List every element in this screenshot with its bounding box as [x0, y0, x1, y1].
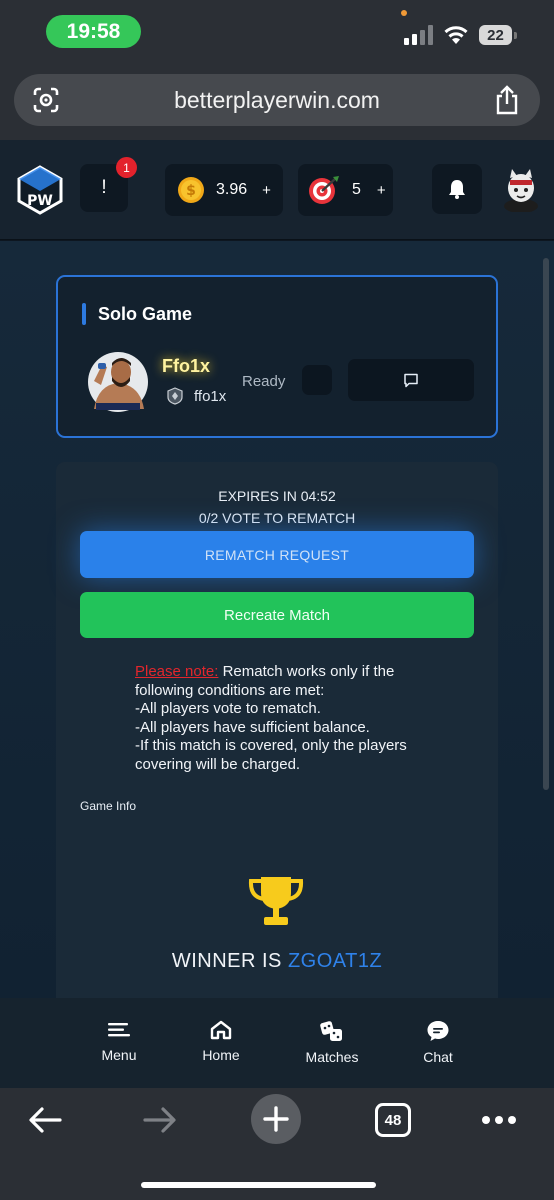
share-icon[interactable] [495, 85, 519, 115]
app-header: PW ! 1 $ 3.96 + 5 + [0, 140, 554, 240]
winner-name[interactable]: ZGOAT1Z [288, 950, 382, 972]
condition-2: -All players have sufficient balance. [135, 718, 370, 736]
player-photo [88, 352, 148, 412]
game-info-heading: Game Info [80, 799, 137, 813]
nav-menu[interactable]: Menu [94, 998, 144, 1088]
solo-game-card: Solo Game Ffo1x ffo1x Ready [56, 275, 498, 438]
nav-matches[interactable]: Matches [297, 998, 367, 1088]
plus-icon [263, 1106, 289, 1132]
target-icon [309, 176, 339, 204]
dice-icon [320, 1021, 342, 1041]
rank-badge-icon [167, 387, 183, 405]
more-options-icon[interactable] [481, 1115, 517, 1125]
message-icon [404, 373, 418, 387]
target-add[interactable]: + [377, 182, 386, 199]
player-option-button[interactable] [302, 365, 332, 395]
home-indicator [141, 1182, 376, 1188]
solo-game-title: Solo Game [98, 304, 193, 324]
winner-banner: WINNER IS ZGOAT1Z [56, 950, 498, 973]
nav-matches-label: Matches [305, 1049, 359, 1065]
forward-arrow-icon[interactable] [143, 1106, 177, 1134]
notification-badge: 1 [116, 157, 137, 178]
status-time: 19:58 [46, 15, 141, 48]
svg-text:$: $ [186, 183, 196, 199]
nav-home[interactable]: Home [195, 998, 247, 1088]
bpw-logo-icon[interactable]: PW [17, 165, 63, 215]
target-balance: 5 [352, 181, 361, 198]
user-avatar[interactable] [499, 166, 543, 212]
player-username: ffo1x [194, 388, 227, 405]
condition-1: -All players vote to rematch. [135, 700, 321, 717]
trophy-icon [248, 877, 304, 925]
browser-address-area: betterplayerwin.com [0, 62, 554, 140]
status-bar: 19:58 22 [0, 0, 554, 62]
coin-add[interactable]: + [262, 182, 271, 199]
rematch-vote-count: 0/2 VOTE TO REMATCH [198, 510, 356, 526]
rematch-note: Please note: Rematch works only if the f… [135, 663, 435, 774]
coin-balance-button[interactable]: $ 3.96 + [165, 164, 283, 216]
home-icon [210, 1020, 232, 1040]
url-text[interactable]: betterplayerwin.com [14, 74, 540, 126]
player-name[interactable]: Ffo1x [162, 356, 210, 377]
address-bar[interactable]: betterplayerwin.com [14, 74, 540, 126]
winner-prefix: WINNER IS [171, 950, 288, 972]
coin-balance: 3.96 [216, 181, 248, 198]
recreate-match-button[interactable]: Recreate Match [80, 592, 474, 638]
coin-icon: $ [178, 177, 204, 203]
wifi-icon [444, 26, 468, 44]
privacy-indicator [401, 10, 407, 16]
rematch-panel: EXPIRES IN 04:52 0/2 VOTE TO REMATCH REM… [56, 462, 498, 998]
rematch-request-button[interactable]: REMATCH REQUEST [80, 531, 474, 578]
tabs-button[interactable]: 48 [375, 1103, 411, 1137]
title-accent [82, 303, 86, 325]
nav-chat-label: Chat [423, 1049, 453, 1065]
condition-3: -If this match is covered, only the play… [135, 737, 407, 773]
page-scrollbar[interactable] [543, 258, 549, 790]
nav-menu-label: Menu [101, 1047, 137, 1063]
bell-icon [449, 180, 465, 199]
cellular-signal-icon [404, 25, 433, 45]
ready-status: Ready [242, 373, 286, 390]
svg-text:PW: PW [27, 193, 53, 209]
alert-label: ! [101, 177, 107, 198]
nav-chat[interactable]: Chat [414, 998, 462, 1088]
nav-home-label: Home [202, 1047, 240, 1063]
menu-icon [108, 1023, 130, 1037]
expiry-timer: EXPIRES IN 04:52 [218, 488, 336, 504]
battery-indicator: 22 [479, 25, 517, 45]
target-balance-button[interactable]: 5 + [298, 164, 393, 216]
back-arrow-icon[interactable] [28, 1106, 62, 1134]
message-player-button[interactable] [348, 359, 474, 401]
new-tab-button[interactable] [251, 1094, 301, 1144]
note-label: Please note: [135, 663, 219, 680]
chat-icon [427, 1021, 449, 1041]
notifications-button[interactable] [432, 164, 482, 214]
bottom-nav: Menu Home Matches Chat [0, 998, 554, 1088]
